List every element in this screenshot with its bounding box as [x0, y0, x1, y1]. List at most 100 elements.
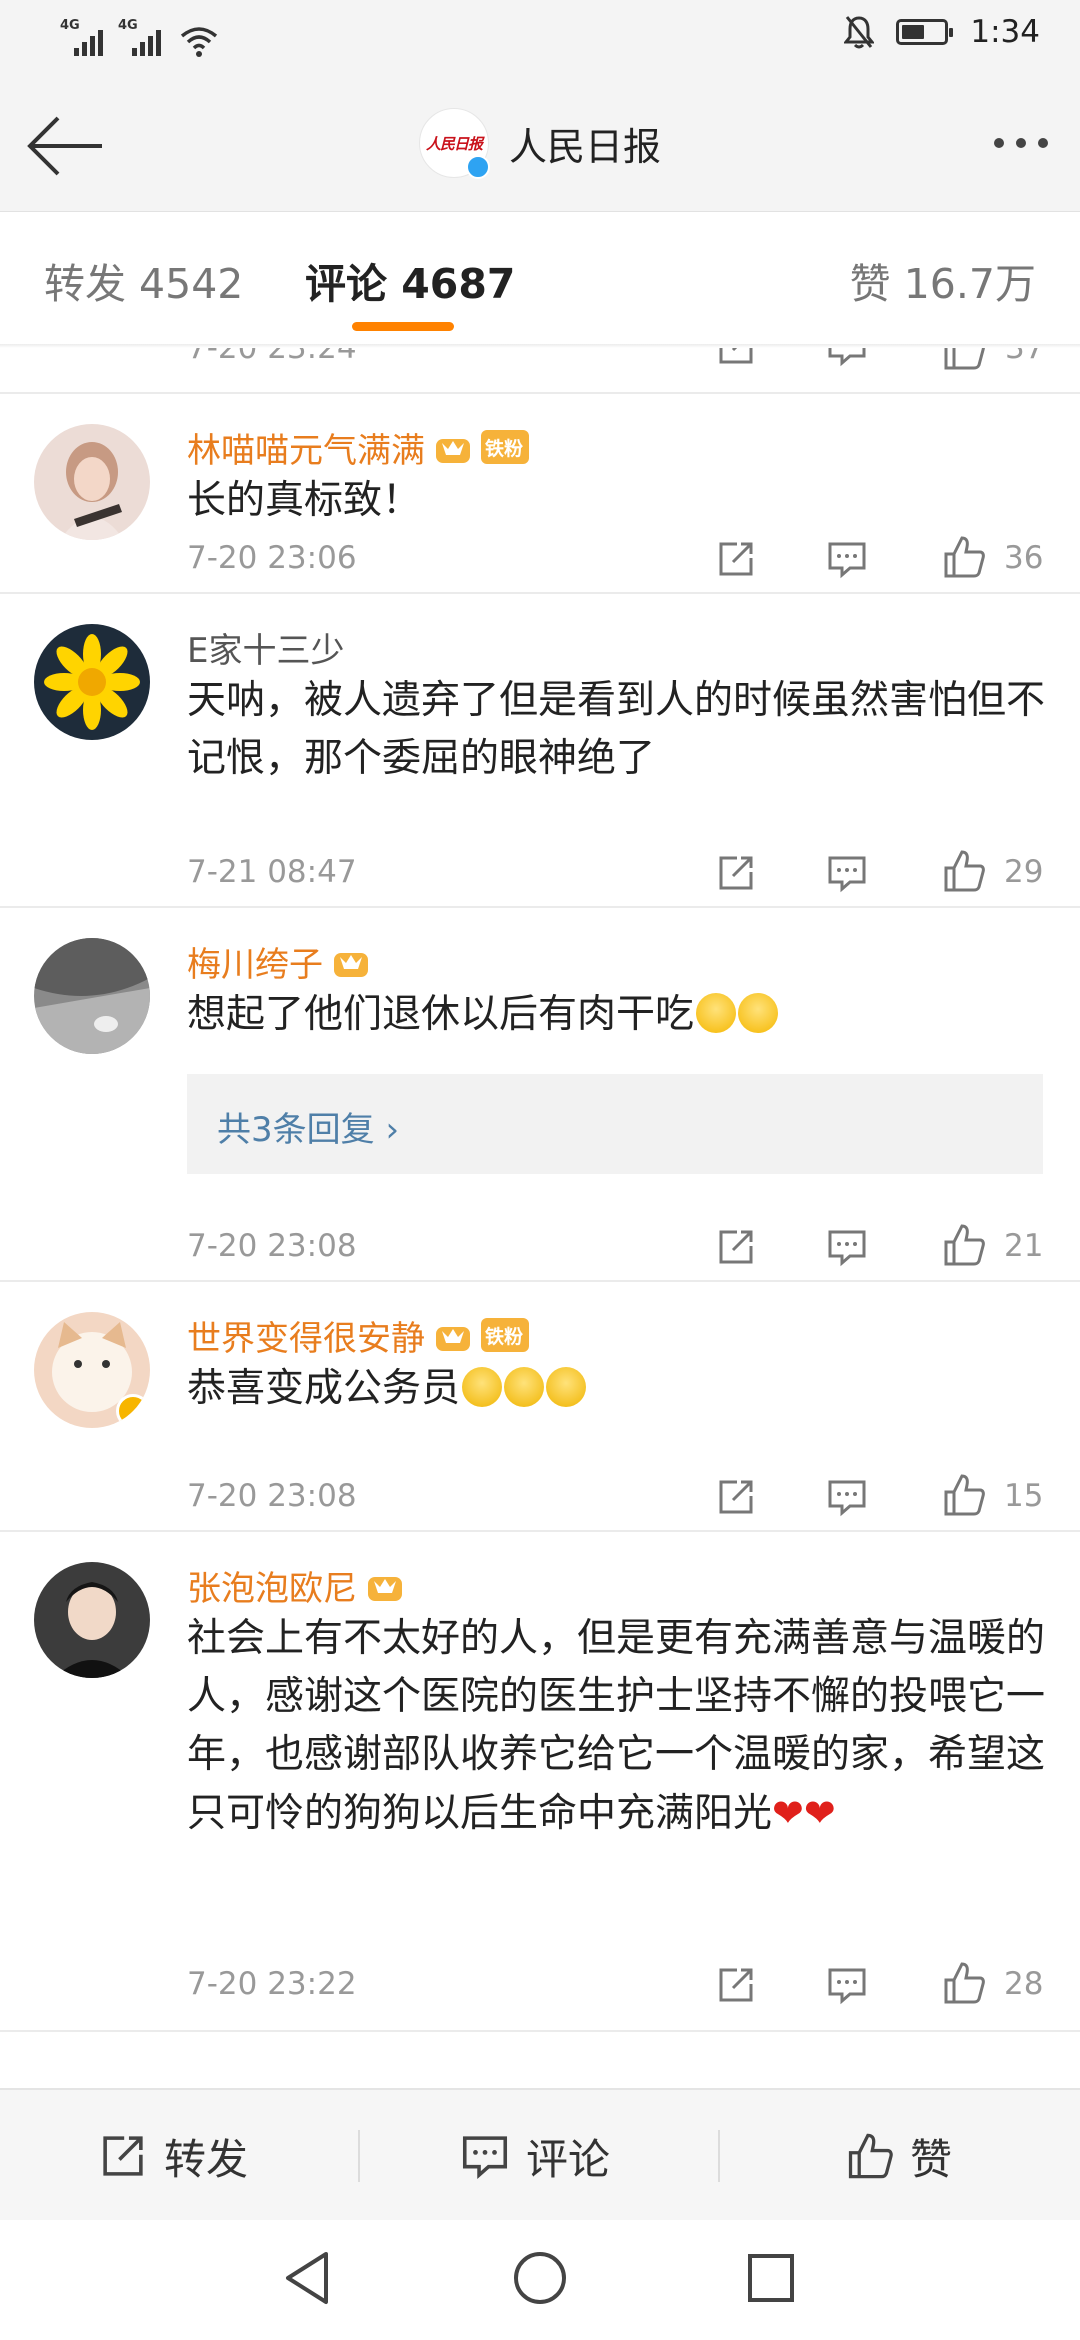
avatar-image — [34, 624, 150, 740]
divider — [358, 2130, 360, 2182]
comment-icon[interactable] — [826, 1476, 868, 1518]
verified-badge-icon — [116, 1394, 150, 1428]
comment-button[interactable]: 评论 — [460, 2090, 610, 2222]
comment-icon[interactable] — [826, 852, 868, 894]
comment-meta: 7-21 08:47 29 — [0, 848, 1080, 898]
avatar-image — [34, 1562, 150, 1678]
username[interactable]: E家十三少 — [187, 623, 344, 672]
battery-icon — [896, 19, 954, 45]
comment-time: 7-20 23:22 — [187, 1966, 357, 2002]
share-icon[interactable] — [715, 1476, 757, 1518]
comment-time: 7-21 08:47 — [187, 854, 357, 890]
thinking-emoji-icon — [504, 1367, 545, 1407]
crown-icon — [436, 1327, 470, 1351]
comment-text-body: 恭喜变成公务员 — [187, 1366, 461, 1411]
iron-fan-badge: 铁粉 — [481, 430, 530, 464]
comment-item: 张泡泡欧尼 社会上有不太好的人，但是更有充满善意与温暖的人，感谢这个医院的医生护… — [0, 1532, 1080, 2032]
username[interactable]: 张泡泡欧尼 — [187, 1561, 357, 1610]
comment-item: 世界变得很安静 铁粉 恭喜变成公务员 7-20 23:08 15 — [0, 1282, 1080, 1532]
like-icon[interactable] — [940, 1960, 986, 2006]
fan-badge-label: 铁粉 — [485, 437, 524, 460]
like-icon[interactable] — [940, 348, 986, 372]
comment-text: 天呐，被人遗弃了但是看到人的时候虽然害怕但不记恨，那个委屈的眼神绝了 — [187, 678, 1046, 781]
comment-time: 7-20 23:08 — [187, 1478, 357, 1514]
like-count: 29 — [1004, 854, 1044, 890]
avatar[interactable] — [34, 624, 150, 740]
like-count: 21 — [1004, 1228, 1044, 1264]
status-left: 4G 4G — [60, 18, 218, 58]
comment-feed[interactable]: 7-20 23:24 37 林喵喵元气满满 铁粉 长的真标致！ 7-20 23:… — [0, 348, 1080, 2088]
repost-button[interactable]: 转发 — [98, 2090, 248, 2222]
thinking-emoji-icon — [462, 1367, 503, 1407]
system-nav-bar — [0, 2220, 1080, 2340]
like-icon[interactable] — [940, 1222, 986, 1268]
red-heart-icon: ❤ — [772, 1791, 804, 1835]
username[interactable]: 世界变得很安静 — [187, 1311, 425, 1360]
comment-text-body: 社会上有不太好的人，但是更有充满善意与温暖的人，感谢这个医院的医生护士坚持不懈的… — [187, 1616, 1046, 1836]
iron-fan-badge: 铁粉 — [481, 1318, 530, 1352]
active-tab-indicator — [352, 322, 454, 331]
like-icon[interactable] — [940, 848, 986, 894]
comment-icon[interactable] — [826, 538, 868, 580]
status-right: 1:34 — [844, 14, 1040, 50]
share-icon[interactable] — [715, 852, 757, 894]
crown-icon — [436, 439, 470, 463]
like-count: 36 — [1004, 540, 1044, 576]
username-row: 梅川绔子 — [187, 937, 371, 986]
like-button[interactable]: 赞 — [844, 2090, 952, 2222]
avatar[interactable] — [34, 938, 150, 1054]
tab-likes[interactable]: 赞 16.7万 — [850, 250, 1036, 310]
share-icon[interactable] — [715, 1226, 757, 1268]
avatar[interactable] — [34, 1312, 150, 1428]
status-time: 1:34 — [970, 14, 1040, 50]
tab-repost[interactable]: 转发 4542 — [44, 250, 243, 310]
like-icon[interactable] — [940, 1472, 986, 1518]
username[interactable]: 林喵喵元气满满 — [187, 423, 425, 472]
divider — [718, 2130, 720, 2182]
username-row: 张泡泡欧尼 — [187, 1561, 405, 1610]
signal-2-icon: 4G — [118, 18, 166, 58]
laugh-cry-emoji-icon — [696, 993, 737, 1033]
replies-box[interactable]: 共3条回复 › — [187, 1074, 1043, 1174]
comment-meta: 7-20 23:08 15 — [0, 1472, 1080, 1522]
share-icon[interactable] — [715, 348, 757, 368]
account-avatar[interactable]: 人民日报 — [418, 108, 490, 179]
like-icon[interactable] — [940, 534, 986, 580]
comment-item: E家十三少 天呐，被人遗弃了但是看到人的时候虽然害怕但不记恨，那个委屈的眼神绝了… — [0, 594, 1080, 908]
view-replies-link[interactable]: 共3条回复 › — [217, 1102, 399, 1151]
account-header[interactable]: 人民日报 人民日报 — [0, 108, 1080, 179]
comment-item: 梅川绔子 想起了他们退休以后有肉干吃 共3条回复 › 7-20 23:08 21 — [0, 908, 1080, 1282]
page-title: 人民日报 — [508, 124, 661, 169]
bell-off-icon — [844, 16, 875, 49]
username[interactable]: 梅川绔子 — [187, 937, 323, 986]
avatar[interactable] — [34, 1562, 150, 1678]
thinking-emoji-icon — [546, 1367, 587, 1407]
nav-recents-icon[interactable] — [746, 2252, 796, 2304]
tab-comments[interactable]: 评论 4687 — [305, 250, 515, 310]
share-icon[interactable] — [715, 538, 757, 580]
comment-text: 恭喜变成公务员 — [187, 1360, 1047, 1418]
username-row: 林喵喵元气满满 铁粉 — [187, 423, 530, 472]
nav-back-icon[interactable] — [282, 2250, 332, 2306]
bottom-action-bar: 转发 评论 赞 — [0, 2088, 1080, 2220]
username-row: 世界变得很安静 铁粉 — [187, 1311, 530, 1360]
comment-item-partial: 7-20 23:24 37 — [0, 348, 1080, 394]
comment-time: 7-20 23:24 — [187, 348, 357, 366]
nav-home-icon[interactable] — [512, 2250, 568, 2306]
avatar[interactable] — [34, 424, 150, 540]
comment-icon[interactable] — [826, 348, 868, 368]
comment-time: 7-20 23:08 — [187, 1228, 357, 1264]
nav-header: 人民日报 人民日报 — [0, 80, 1080, 212]
comment-text: 长的真标致！ — [187, 478, 422, 523]
share-icon[interactable] — [715, 1964, 757, 2006]
avatar-image — [34, 424, 150, 540]
comment-icon[interactable] — [826, 1226, 868, 1268]
username-row: E家十三少 — [187, 623, 344, 672]
fan-badge-label: 铁粉 — [485, 1325, 524, 1348]
comment-icon[interactable] — [826, 1964, 868, 2006]
crown-icon — [334, 953, 368, 977]
tab-bar: 转发 4542 评论 4687 赞 16.7万 — [0, 212, 1080, 344]
replies-label: 共3条回复 — [217, 1110, 375, 1150]
comment-item: 林喵喵元气满满 铁粉 长的真标致！ 7-20 23:06 36 — [0, 394, 1080, 594]
more-dots-icon[interactable] — [994, 138, 1048, 148]
